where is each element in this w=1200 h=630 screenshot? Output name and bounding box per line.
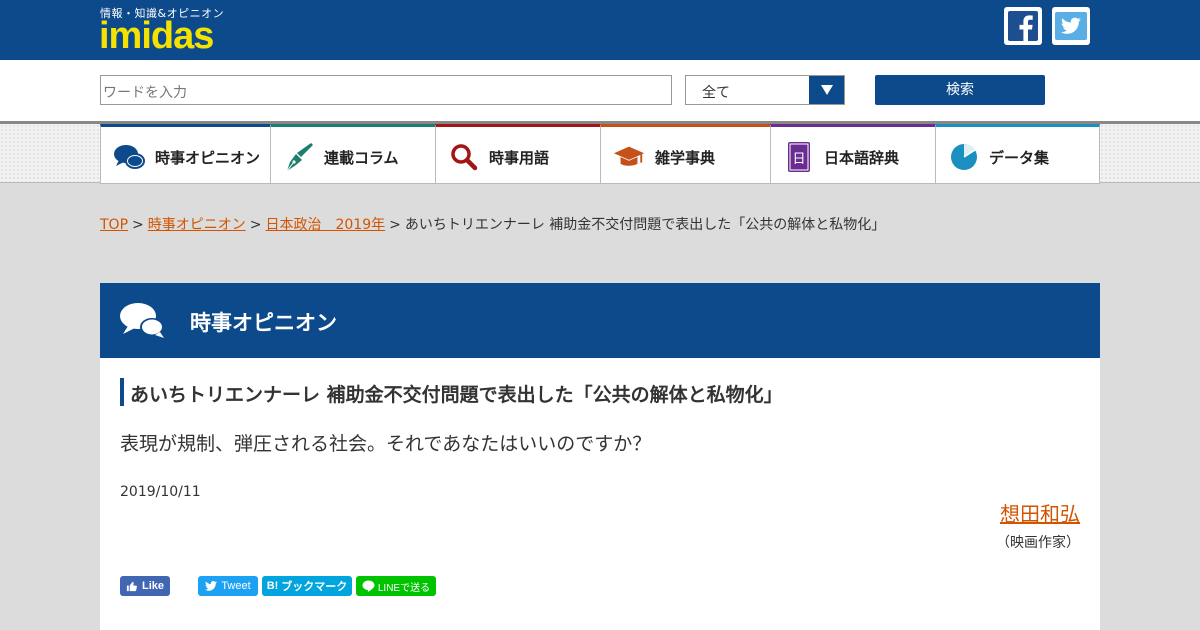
- nav-label-trivia: 雑学事典: [655, 149, 716, 167]
- breadcrumb-separator: >: [249, 217, 262, 233]
- article-date: 2019/10/11: [120, 484, 201, 500]
- nav-item-data[interactable]: データ集: [935, 124, 1100, 184]
- thumbs-up-icon: [126, 581, 137, 591]
- nav-item-dictionary[interactable]: 日 日本語辞典: [770, 124, 936, 184]
- search-button[interactable]: 検索: [875, 75, 1045, 105]
- twitter-icon: [205, 581, 218, 591]
- breadcrumb-current: あいちトリエンナーレ 補助金不交付問題で表出した「公共の解体と私物化」: [404, 217, 886, 233]
- hatena-bookmark-icon: B!: [266, 580, 279, 592]
- like-label: Like: [141, 580, 164, 592]
- article-card: あいちトリエンナーレ 補助金不交付問題で表出した「公共の解体と私物化」 表現が規…: [100, 358, 1100, 630]
- search-input[interactable]: ワードを入力: [100, 75, 672, 105]
- hatena-bookmark-button[interactable]: B! ブックマーク: [262, 576, 352, 596]
- facebook-like-button[interactable]: Like: [120, 576, 170, 596]
- speech-bubbles-icon: [118, 300, 166, 344]
- section-header: 時事オピニオン: [100, 283, 1100, 358]
- facebook-icon[interactable]: [1004, 7, 1042, 45]
- nav-label-opinion: 時事オピニオン: [155, 149, 261, 167]
- fountain-pen-icon: [283, 141, 315, 173]
- title-accent-bar: [120, 378, 124, 406]
- article-title: あいちトリエンナーレ 補助金不交付問題で表出した「公共の解体と私物化」: [130, 384, 783, 406]
- main-nav: 時事オピニオン 連載コラム 時事用語 雑学事典 日 日本語辞典 データ集: [0, 121, 1200, 184]
- dictionary-icon: 日: [783, 141, 815, 173]
- nav-item-trivia[interactable]: 雑学事典: [600, 124, 771, 184]
- site-logo[interactable]: imidas: [99, 16, 214, 56]
- chevron-down-icon[interactable]: [809, 76, 844, 104]
- search-bar: ワードを入力 全て 検索: [0, 60, 1200, 121]
- magnifier-icon: [448, 141, 480, 173]
- svg-text:日: 日: [792, 152, 805, 167]
- section-title: 時事オピニオン: [190, 311, 337, 335]
- line-label: LINEで送る: [377, 582, 431, 594]
- search-scope-select[interactable]: 全て: [685, 75, 845, 105]
- breadcrumb: TOP > 時事オピニオン > 日本政治 2019年 > あいちトリエンナーレ 補助金不交付…: [100, 214, 885, 234]
- twitter-icon[interactable]: [1052, 7, 1090, 45]
- nav-label-column: 連載コラム: [324, 149, 399, 167]
- article-lead: 表現が規制、弾圧される社会。それであなたはいいのですか？: [120, 433, 652, 455]
- nav-item-terms[interactable]: 時事用語: [435, 124, 601, 184]
- author-link[interactable]: 想田和弘: [1000, 498, 1080, 527]
- line-icon: [362, 580, 375, 592]
- breadcrumb-link-top[interactable]: TOP: [100, 217, 128, 233]
- author-role: （映画作家）: [996, 535, 1080, 551]
- speech-bubbles-icon: [113, 141, 145, 173]
- breadcrumb-separator: >: [132, 217, 144, 233]
- nav-label-dictionary: 日本語辞典: [824, 149, 900, 167]
- tweet-label: Tweet: [221, 580, 251, 592]
- pie-chart-icon: [948, 141, 980, 173]
- nav-item-opinion[interactable]: 時事オピニオン: [100, 124, 271, 184]
- nav-label-data: データ集: [989, 149, 1050, 167]
- line-share-button[interactable]: LINEで送る: [356, 576, 436, 596]
- hatena-label: ブックマーク: [281, 581, 348, 593]
- nav-label-terms: 時事用語: [489, 149, 550, 167]
- nav-item-column[interactable]: 連載コラム: [270, 124, 436, 184]
- graduation-cap-icon: [613, 141, 645, 173]
- breadcrumb-link-category[interactable]: 日本政治 2019年: [265, 217, 385, 233]
- tweet-button[interactable]: Tweet: [198, 576, 258, 596]
- breadcrumb-separator: >: [389, 217, 401, 233]
- breadcrumb-link-opinion[interactable]: 時事オピニオン: [148, 217, 246, 233]
- site-header: 情報・知識&オピニオン imidas: [0, 0, 1200, 60]
- search-scope-value: 全て: [702, 85, 730, 101]
